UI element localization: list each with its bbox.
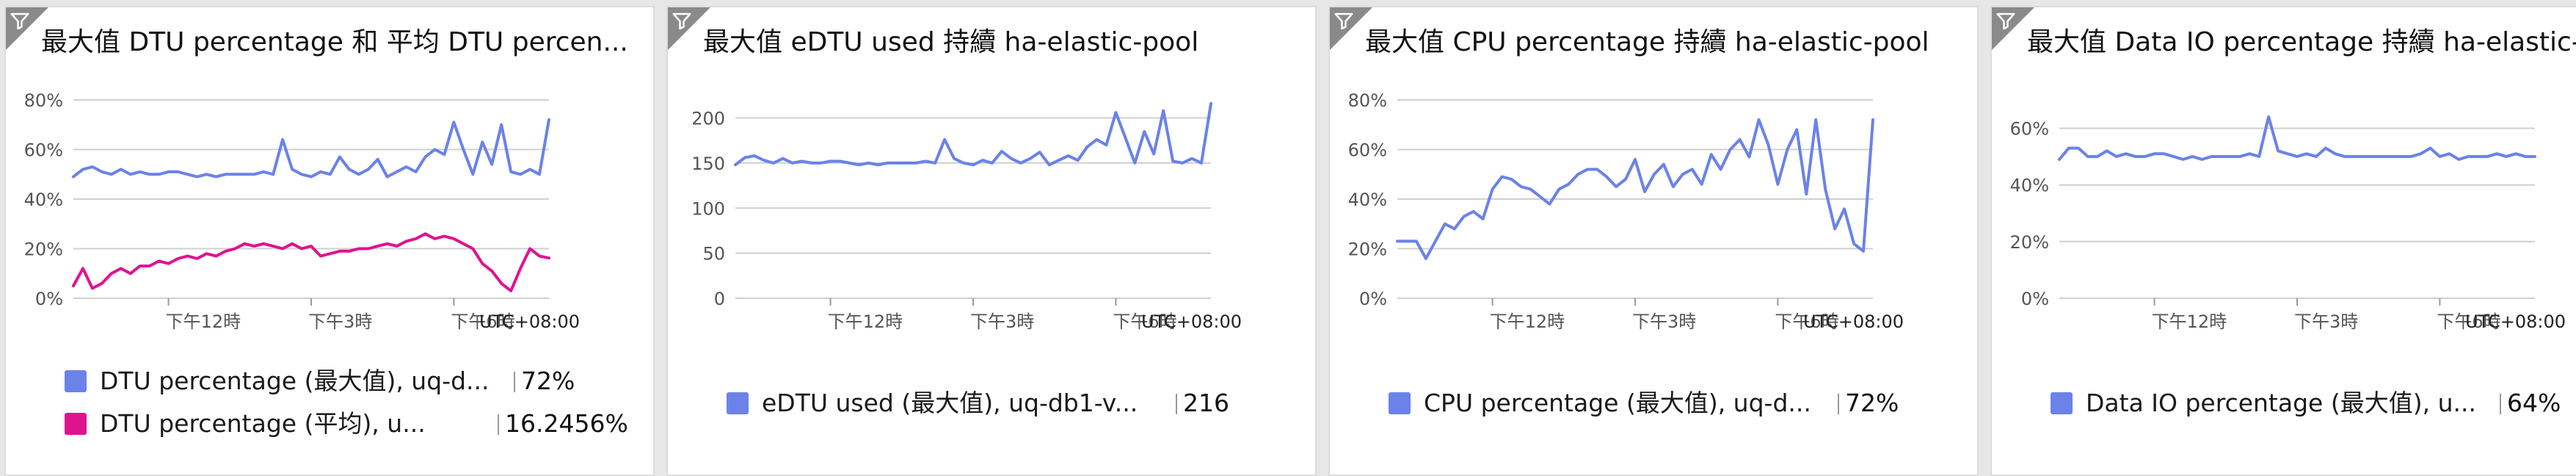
y-tick-label: 0% bbox=[1359, 289, 1387, 309]
y-tick-label: 150 bbox=[691, 154, 725, 174]
legend-value: 64% bbox=[2507, 389, 2561, 417]
y-tick-label: 40% bbox=[1348, 190, 1387, 210]
line-chart: 0%20%40%60%80%下午12時 下午3時 下午6時UTC+08:00 bbox=[1348, 90, 1904, 332]
y-tick-label: 80% bbox=[1348, 90, 1387, 111]
y-tick-label: 20% bbox=[24, 239, 63, 260]
legend-item[interactable]: eDTU used (最大值), uq-db1-v... 216 bbox=[727, 385, 1284, 422]
series-line bbox=[1396, 118, 1874, 260]
line-chart: 0%20%40%60%下午12時 下午3時 下午6時UTC+08:00 bbox=[2010, 115, 2566, 332]
legend-separator bbox=[514, 372, 515, 392]
legend-label: eDTU used (最大值), uq-db1-v... bbox=[762, 389, 1138, 417]
line-chart: 050100150200下午12時 下午3時 下午6時UTC+08:00 bbox=[691, 101, 1242, 332]
x-tick-label: 下午3時 bbox=[308, 311, 372, 332]
legend-value: 216 bbox=[1183, 389, 1229, 417]
legend-value: 72% bbox=[1845, 389, 1899, 417]
y-tick-label: 60% bbox=[2010, 119, 2049, 140]
chart-tile-cpu[interactable]: 最大值 CPU percentage 持續 ha-elastic-pool 0%… bbox=[1328, 6, 1979, 476]
x-tick-label: 下午12時 bbox=[2152, 311, 2227, 332]
y-tick-label: 200 bbox=[691, 109, 725, 129]
filter-icon[interactable] bbox=[671, 10, 693, 32]
x-tick-label: 下午12時 bbox=[166, 311, 241, 332]
x-tick-label: 下午12時 bbox=[828, 311, 903, 332]
legend-separator bbox=[1176, 394, 1177, 414]
y-tick-label: 0 bbox=[714, 289, 725, 309]
filter-icon[interactable] bbox=[1995, 10, 2017, 32]
legend-label: DTU percentage (最大值), uq-d... bbox=[100, 367, 490, 395]
y-tick-label: 20% bbox=[1348, 239, 1387, 260]
chart-title[interactable]: 最大值 eDTU used 持續 ha-elastic-pool bbox=[703, 26, 1305, 59]
filter-icon[interactable] bbox=[9, 10, 31, 32]
y-tick-label: 0% bbox=[35, 289, 63, 309]
timezone-label: UTC+08:00 bbox=[479, 311, 580, 332]
y-tick-label: 0% bbox=[2021, 289, 2049, 309]
legend-label: Data IO percentage (最大值), u... bbox=[2086, 389, 2476, 417]
x-tick-label: 下午3時 bbox=[1632, 311, 1696, 332]
legend-swatch bbox=[727, 392, 749, 414]
legend-value: 72% bbox=[521, 367, 575, 395]
x-tick-label: 下午12時 bbox=[1490, 311, 1565, 332]
y-tick-label: 60% bbox=[24, 140, 63, 161]
filter-icon[interactable] bbox=[1333, 10, 1355, 32]
legend-item[interactable]: DTU percentage (平均), u... 16.2456% bbox=[65, 405, 628, 442]
y-tick-label: 40% bbox=[2010, 176, 2049, 196]
y-tick-label: 100 bbox=[691, 198, 725, 219]
timezone-label: UTC+08:00 bbox=[1141, 311, 1242, 332]
legend-separator bbox=[2500, 394, 2501, 414]
chart-tile-dtu[interactable]: 最大值 DTU percentage 和 平均 DTU percen... 0%… bbox=[4, 6, 655, 476]
legend-swatch bbox=[2051, 392, 2073, 414]
x-tick-label: 下午3時 bbox=[970, 311, 1034, 332]
series-line bbox=[734, 101, 1212, 167]
chart-tile-data-io[interactable]: 最大值 Data IO percentage 持續 ha-elastic-...… bbox=[1990, 6, 2576, 476]
legend-item[interactable]: CPU percentage (最大值), uq-d... 72% bbox=[1389, 385, 1946, 422]
legend-value: 16.2456% bbox=[505, 409, 628, 438]
legend-separator bbox=[498, 414, 499, 435]
legend-label: DTU percentage (平均), u... bbox=[100, 409, 426, 438]
legend-swatch bbox=[1389, 392, 1411, 414]
legend-label: CPU percentage (最大值), uq-d... bbox=[1424, 389, 1811, 417]
legend-swatch bbox=[65, 413, 87, 435]
y-tick-label: 50 bbox=[702, 244, 725, 264]
y-tick-label: 40% bbox=[24, 190, 63, 210]
chart-title[interactable]: 最大值 CPU percentage 持續 ha-elastic-pool bbox=[1365, 26, 1967, 59]
chart-title[interactable]: 最大值 Data IO percentage 持續 ha-elastic-... bbox=[2027, 26, 2576, 59]
y-tick-label: 20% bbox=[2010, 232, 2049, 253]
line-chart: 0%20%40%60%80%下午12時 下午3時 下午6時UTC+08:00 bbox=[24, 90, 580, 332]
legend-item[interactable]: DTU percentage (最大值), uq-d... 72% bbox=[65, 363, 622, 400]
series-line bbox=[72, 118, 550, 178]
chart-title[interactable]: 最大值 DTU percentage 和 平均 DTU percen... bbox=[41, 26, 643, 59]
series-line bbox=[72, 232, 550, 292]
legend-swatch bbox=[65, 370, 87, 392]
timezone-label: UTC+08:00 bbox=[2465, 311, 2566, 332]
legend-separator bbox=[1838, 394, 1839, 414]
series-line bbox=[2058, 115, 2536, 161]
x-tick-label: 下午3時 bbox=[2294, 311, 2358, 332]
timezone-label: UTC+08:00 bbox=[1803, 311, 1904, 332]
y-tick-label: 60% bbox=[1348, 140, 1387, 161]
chart-tile-edtu[interactable]: 最大值 eDTU used 持續 ha-elastic-pool 0 50 100 1… bbox=[666, 6, 1317, 476]
y-tick-label: 80% bbox=[24, 90, 63, 111]
legend-item[interactable]: Data IO percentage (最大值), u... 64% bbox=[2051, 385, 2576, 422]
